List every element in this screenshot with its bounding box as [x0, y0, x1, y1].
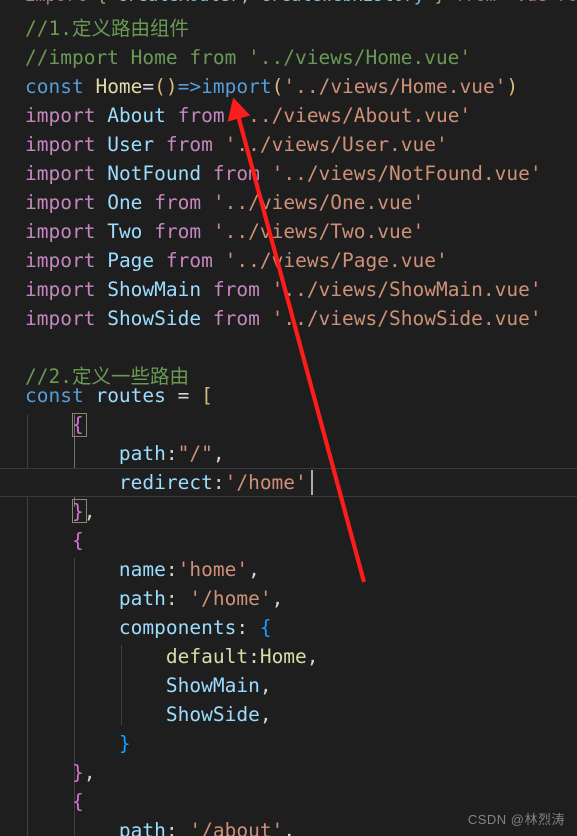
code-line-11[interactable]: import ShowSide from '../views/ShowSide.…: [0, 304, 577, 333]
code-line-19[interactable]: {: [0, 526, 577, 555]
code-line-10[interactable]: import ShowMain from '../views/ShowMain.…: [0, 275, 577, 304]
code-line-16[interactable]: path:"/",: [0, 439, 577, 468]
code-line-24[interactable]: ShowMain,: [0, 671, 577, 700]
bracket-match-close: [72, 499, 87, 523]
code-line-17[interactable]: redirect:'/home': [0, 468, 577, 497]
code-line-1[interactable]: //1.定义路由组件: [0, 14, 577, 43]
csdn-watermark: CSDN @林烈涛: [467, 812, 565, 827]
code-line-27[interactable]: },: [0, 758, 577, 787]
code-line-2[interactable]: //import Home from '../views/Home.vue': [0, 43, 577, 72]
code-line-14[interactable]: const routes = [: [0, 381, 577, 410]
text-cursor: [311, 470, 313, 495]
code-line-23[interactable]: default:Home,: [0, 642, 577, 671]
code-line-25[interactable]: ShowSide,: [0, 700, 577, 729]
code-line-5[interactable]: import User from '../views/User.vue': [0, 130, 577, 159]
code-line-partial-top[interactable]: import { createRouter, createWebHistory …: [0, 0, 577, 7]
code-line-8[interactable]: import Two from '../views/Two.vue': [0, 217, 577, 246]
code-editor-screenshot: import { createRouter, createWebHistory …: [0, 0, 577, 836]
code-line-6[interactable]: import NotFound from '../views/NotFound.…: [0, 159, 577, 188]
code-line-21[interactable]: path: '/home',: [0, 584, 577, 613]
bracket-match-open: [72, 413, 87, 437]
code-line-3[interactable]: const Home=()=>import('../views/Home.vue…: [0, 72, 577, 101]
code-line-22[interactable]: components: {: [0, 613, 577, 642]
code-line-26[interactable]: }: [0, 729, 577, 758]
code-line-4[interactable]: import About from '../views/About.vue': [0, 101, 577, 130]
code-line-20[interactable]: name:'home',: [0, 555, 577, 584]
code-line-7[interactable]: import One from '../views/One.vue': [0, 188, 577, 217]
code-line-12-blank[interactable]: [0, 333, 577, 362]
code-line-9[interactable]: import Page from '../views/Page.vue': [0, 246, 577, 275]
